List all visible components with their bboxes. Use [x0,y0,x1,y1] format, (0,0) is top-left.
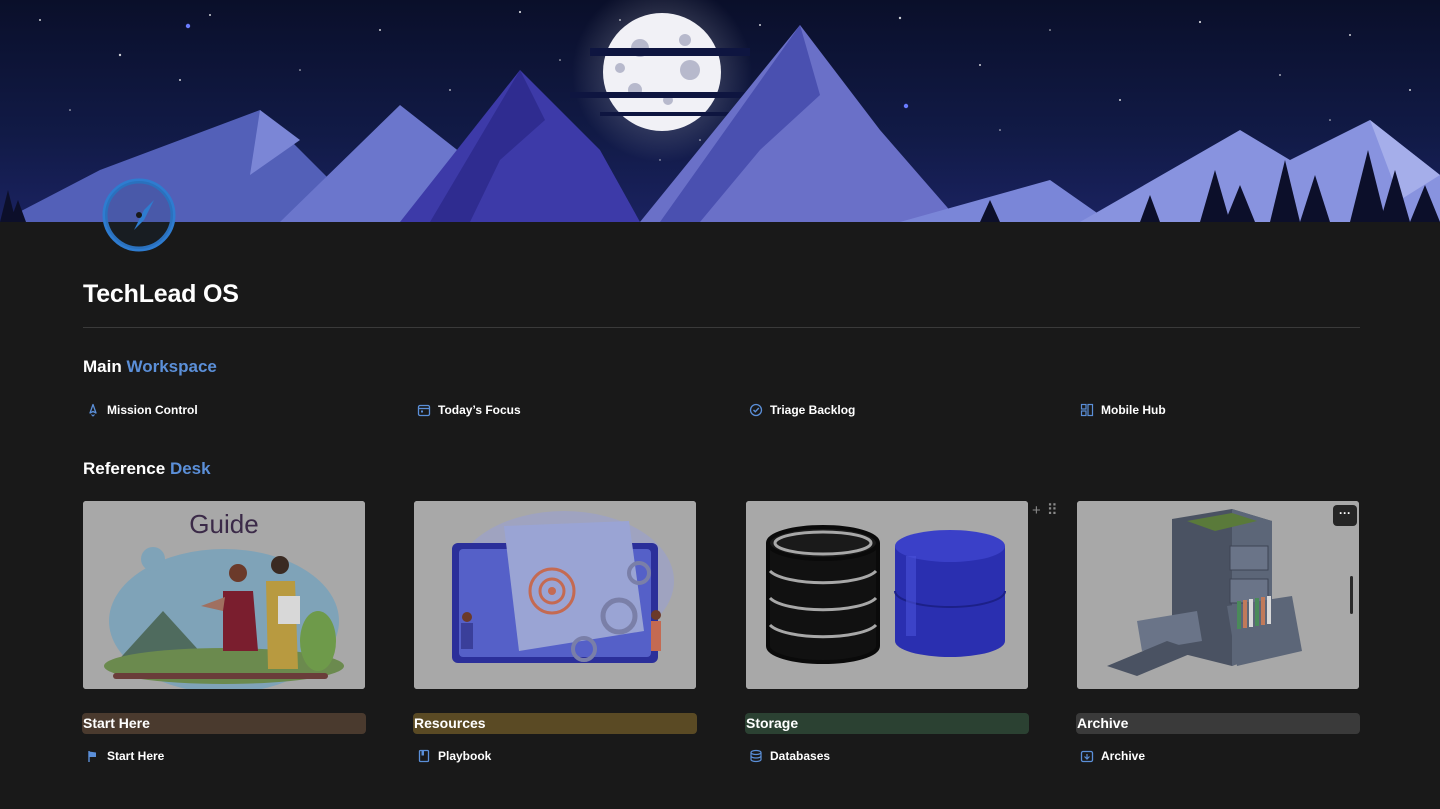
flag-icon [88,751,96,762]
night-mountains-moon-cover [0,0,1440,222]
link-label: Mobile Hub [1101,403,1166,417]
card-resources-image[interactable] [414,501,696,689]
book-icon [418,749,430,763]
more-options-button[interactable]: ··· [1333,505,1357,526]
tag-archive[interactable]: Archive [1076,713,1360,734]
tag-storage[interactable]: Storage [745,713,1029,734]
link-label: Start Here [107,749,165,763]
rocket-icon [89,403,97,417]
link-label: Playbook [438,749,492,763]
tag-start-here[interactable]: Start Here [82,713,366,734]
divider [83,327,1360,328]
reference-desk-heading-accent: Desk [169,459,211,478]
reference-desk-heading-main: Reference [83,459,166,478]
link-archive[interactable]: Archive [1080,746,1145,766]
card-archive-image[interactable] [1077,501,1359,689]
guide-illustration: Guide [83,501,365,689]
card-start-here-image[interactable]: Guide [83,501,365,689]
main-workspace-heading-main: Main [83,357,122,376]
calendar-icon [417,404,431,417]
link-todays-focus[interactable]: Today’s Focus [417,400,521,420]
archive-icon [1080,750,1094,763]
guide-illustration-text: Guide [189,509,258,539]
link-label: Today’s Focus [438,403,521,417]
compass-icon[interactable] [100,176,178,254]
database-icon [750,749,762,763]
page-title[interactable]: TechLead OS [83,280,239,309]
link-start-here[interactable]: Start Here [86,746,164,766]
reference-desk-heading: Reference Desk [83,459,211,479]
link-label: Triage Backlog [770,403,856,417]
card-tools: + ⠿ [1032,503,1058,518]
link-label: Mission Control [107,403,198,417]
target-document-illustration [414,501,696,689]
link-playbook[interactable]: Playbook [417,746,491,766]
link-label: Archive [1101,749,1146,763]
link-mission-control[interactable]: Mission Control [86,400,198,420]
main-workspace-heading: Main Workspace [83,357,217,377]
main-workspace-heading-accent: Workspace [126,357,217,376]
link-databases[interactable]: Databases [749,746,830,766]
tag-resources[interactable]: Resources [413,713,697,734]
database-cylinders-illustration [746,501,1028,689]
dashboard-icon [1080,403,1094,417]
link-triage-backlog[interactable]: Triage Backlog [749,400,855,420]
link-label: Databases [770,749,831,763]
check-circle-icon [749,403,763,417]
link-mobile-hub[interactable]: Mobile Hub [1080,400,1166,420]
file-cabinet-illustration [1077,501,1359,689]
cover-image[interactable] [0,0,1440,222]
drag-handle[interactable]: ⠿ [1047,503,1058,518]
add-block-button[interactable]: + [1032,503,1041,518]
card-storage-image[interactable] [746,501,1028,689]
card-scrollbar[interactable] [1350,576,1353,614]
